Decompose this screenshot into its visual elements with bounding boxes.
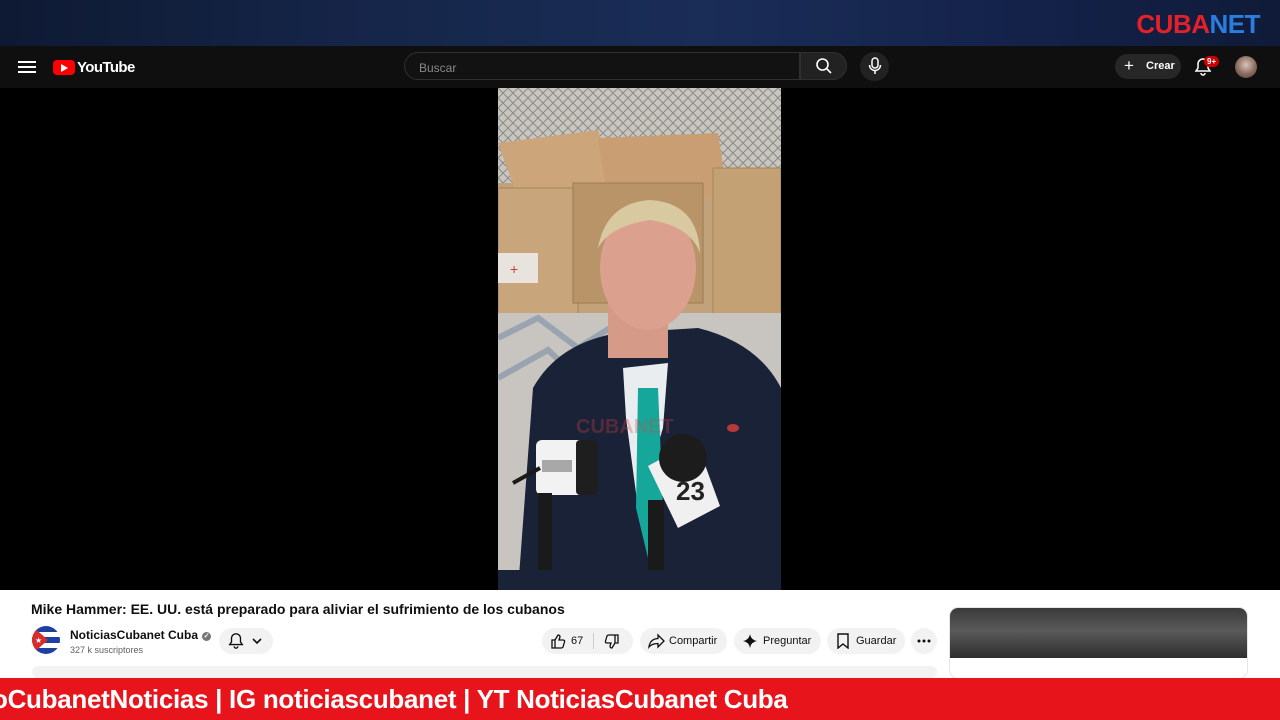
save-icon [837,633,849,649]
menu-icon[interactable] [18,59,36,75]
cuba-flag-icon: ★ [32,626,60,654]
share-button[interactable]: Compartir [640,628,727,654]
notification-badge: 9+ [1204,56,1220,67]
like-icon[interactable] [550,633,566,649]
share-icon [648,633,665,649]
youtube-wordmark: YouTube [77,58,135,76]
top-brand-band: CUBANET [0,0,1280,46]
like-count: 67 [571,635,584,647]
ask-button[interactable]: Preguntar [734,628,821,654]
voice-search-button[interactable] [860,52,889,81]
search-box[interactable] [404,52,800,80]
verified-icon: ✓ [202,632,212,641]
video-info: Mike Hammer: EE. UU. está preparado para… [0,590,1280,678]
youtube-logo[interactable]: YouTube [53,58,135,76]
news-ticker: oCubanetNoticias | IG noticiascubanet | … [0,678,1280,720]
cubanet-logo: CUBANET [1136,9,1260,40]
channel-name[interactable]: NoticiasCubanet Cuba ✓ [70,628,212,642]
save-label: Guardar [856,635,897,647]
more-actions-button[interactable] [911,628,937,654]
subscribe-bell-button[interactable] [219,628,273,654]
ticker-text: oCubanetNoticias | IG noticiascubanet | … [0,684,788,714]
avatar[interactable] [1235,56,1257,78]
svg-text:+: + [510,261,518,277]
subscribe-bell-icon [228,633,244,649]
channel-avatar[interactable]: ★ [32,626,60,654]
channel-name-text: NoticiasCubanet Cuba [70,628,199,642]
subscriber-count: 327 k suscriptores [70,645,144,655]
recommended-video-card[interactable] [950,608,1247,678]
search-icon [816,58,832,74]
video-scene: + CUBANET 23 [498,88,781,590]
search-button[interactable] [800,52,847,80]
description-box[interactable] [32,666,937,678]
svg-text:★: ★ [35,636,42,645]
microphone-icon [868,57,882,74]
youtube-header: YouTube + Crear 9+ [0,46,1280,88]
search-input[interactable] [417,60,781,76]
video-player[interactable]: + CUBANET 23 [0,88,1280,590]
recommended-thumbnail [950,608,1247,658]
cubanet-logo-part2: NET [1209,9,1261,39]
video-title: Mike Hammer: EE. UU. está preparado para… [31,601,565,617]
create-label: Crear [1146,60,1175,72]
like-dislike-group: 67 [542,628,633,654]
youtube-play-icon [53,59,75,75]
cubanet-logo-part1: CUBA [1136,9,1210,39]
ask-label: Preguntar [763,635,812,647]
more-icon [917,639,931,643]
create-button[interactable]: + Crear [1115,54,1181,79]
video-frame: + CUBANET 23 [498,88,781,590]
like-divider [593,633,594,649]
sparkle-icon [743,634,757,648]
video-watermark: CUBANET [576,416,674,438]
dislike-icon[interactable] [604,634,620,650]
plus-icon: + [1124,56,1134,75]
chevron-down-icon [252,638,262,645]
mic-flag-number: 23 [676,476,705,506]
share-label: Compartir [669,635,718,647]
save-button[interactable]: Guardar [827,628,905,654]
